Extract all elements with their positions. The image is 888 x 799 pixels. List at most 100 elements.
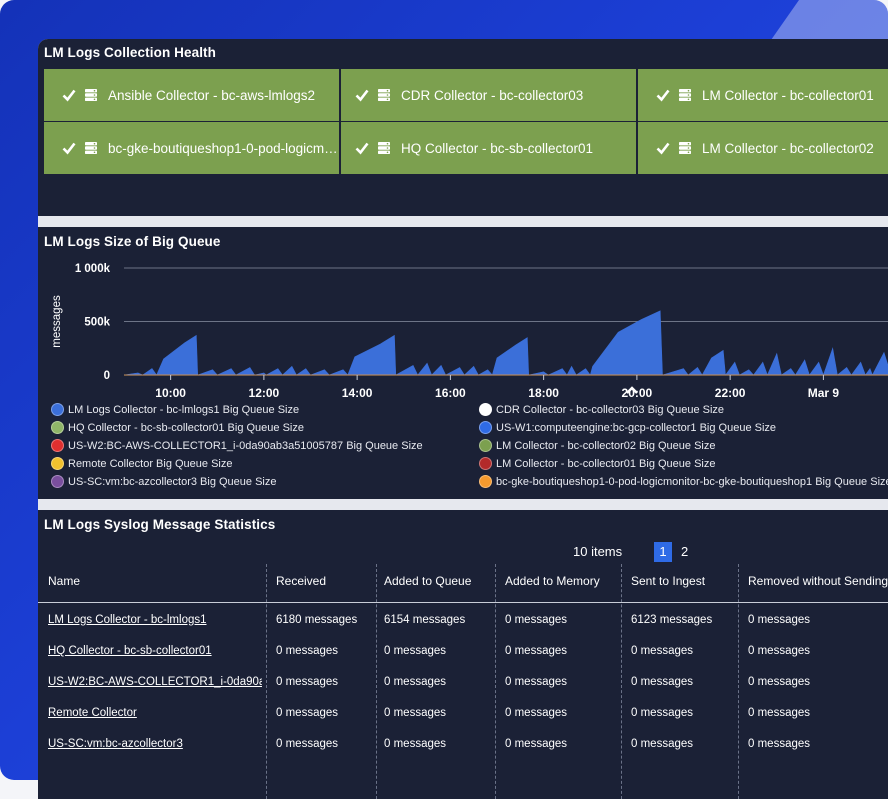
- widget-title: LM Logs Syslog Message Statistics: [44, 517, 276, 532]
- table-cell: 0 messages: [748, 707, 811, 719]
- series-area: [123, 310, 888, 376]
- collector-status-tile[interactable]: bc-gke-boutiqueshop1-0-pod-logicmonitor-…: [44, 122, 339, 174]
- y-tick-label: 0: [104, 370, 110, 382]
- table-cell: 0 messages: [505, 645, 568, 657]
- collector-link[interactable]: Remote Collector: [48, 707, 262, 719]
- legend-label: bc-gke-boutiqueshop1-0-pod-logicmonitor-…: [496, 475, 888, 488]
- legend-swatch: [479, 421, 492, 434]
- check-icon: [62, 88, 76, 102]
- legend-label: US-W2:BC-AWS-COLLECTOR1_i-0da90ab3a51005…: [68, 439, 423, 452]
- column-header[interactable]: Received: [276, 574, 326, 588]
- collector-name: Ansible Collector - bc-aws-lmlogs2: [108, 87, 316, 103]
- legend-item[interactable]: LM Collector - bc-collector02 Big Queue …: [479, 439, 715, 452]
- collapse-legend-chevron-icon[interactable]: [625, 382, 639, 394]
- legend-swatch: [479, 403, 492, 416]
- y-axis-label: messages: [51, 295, 63, 348]
- server-icon: [678, 88, 692, 102]
- check-icon: [656, 88, 670, 102]
- check-icon: [62, 141, 76, 155]
- legend-item[interactable]: US-SC:vm:bc-azcollector3 Big Queue Size: [51, 475, 276, 488]
- server-icon: [84, 141, 98, 155]
- column-header[interactable]: Removed without Sending: [748, 574, 888, 588]
- collector-link[interactable]: US-SC:vm:bc-azcollector3: [48, 738, 262, 750]
- collector-status-tile[interactable]: LM Collector - bc-collector01: [638, 69, 888, 121]
- table-cell: 6123 messages: [631, 614, 713, 626]
- collector-link[interactable]: LM Logs Collector - bc-lmlogs1: [48, 614, 262, 626]
- legend-label: CDR Collector - bc-collector03 Big Queue…: [496, 403, 725, 416]
- x-tick-label: 10:00: [155, 386, 186, 400]
- table-cell: 0 messages: [748, 645, 811, 657]
- legend-item[interactable]: LM Collector - bc-collector01 Big Queue …: [479, 457, 715, 470]
- x-tick-label: 22:00: [715, 386, 746, 400]
- collection-health-widget: LM Logs Collection Health Ansible Collec…: [38, 39, 888, 216]
- check-icon: [355, 141, 369, 155]
- big-queue-chart: messages 1 000k 500k 0 10:00 12:00 14:00 16:00 1…: [51, 263, 888, 400]
- table-cell: 0 messages: [631, 645, 694, 657]
- legend-swatch: [479, 475, 492, 488]
- server-icon: [678, 141, 692, 155]
- collector-link[interactable]: HQ Collector - bc-sb-collector01: [48, 645, 262, 657]
- collector-status-tile[interactable]: LM Collector - bc-collector02: [638, 122, 888, 174]
- table-cell: 0 messages: [384, 676, 447, 688]
- collector-name: LM Collector - bc-collector02: [702, 140, 874, 156]
- collector-name: LM Collector - bc-collector01: [702, 87, 874, 103]
- legend-item[interactable]: Remote Collector Big Queue Size: [51, 457, 232, 470]
- legend-item[interactable]: CDR Collector - bc-collector03 Big Queue…: [479, 403, 724, 416]
- table-cell: 0 messages: [505, 738, 568, 750]
- collector-name: CDR Collector - bc-collector03: [401, 87, 584, 103]
- legend-label: LM Logs Collector - bc-lmlogs1 Big Queue…: [68, 403, 300, 416]
- legend-item[interactable]: bc-gke-boutiqueshop1-0-pod-logicmonitor-…: [479, 475, 888, 488]
- server-icon: [377, 88, 391, 102]
- column-header[interactable]: Added to Queue: [384, 574, 471, 588]
- x-tick-label: 12:00: [249, 386, 280, 400]
- page-button-1[interactable]: 1: [654, 542, 672, 562]
- x-tick-label: 18:00: [528, 386, 559, 400]
- legend-label: Remote Collector Big Queue Size: [68, 457, 233, 470]
- legend-label: LM Collector - bc-collector02 Big Queue …: [496, 439, 716, 452]
- table-cell: 0 messages: [505, 614, 568, 626]
- check-icon: [656, 141, 670, 155]
- x-tick-label: 14:00: [342, 386, 373, 400]
- table-cell: 0 messages: [748, 738, 811, 750]
- table-cell: 0 messages: [748, 614, 811, 626]
- table-cell: 0 messages: [276, 676, 339, 688]
- big-queue-widget: LM Logs Size of Big Queue messages 1 000k…: [38, 227, 888, 499]
- column-header[interactable]: Name: [48, 574, 80, 588]
- y-tick-label: 1 000k: [75, 263, 111, 275]
- collector-status-tile[interactable]: HQ Collector - bc-sb-collector01: [341, 122, 636, 174]
- legend-item[interactable]: HQ Collector - bc-sb-collector01 Big Que…: [51, 421, 304, 434]
- legend-swatch: [51, 457, 64, 470]
- collector-name: HQ Collector - bc-sb-collector01: [401, 140, 594, 156]
- items-count: 10 items: [573, 544, 623, 559]
- x-tick-label: 16:00: [435, 386, 466, 400]
- table-cell: 0 messages: [505, 707, 568, 719]
- page-button-2[interactable]: 2: [681, 542, 688, 562]
- server-icon: [84, 88, 98, 102]
- table-cell: 0 messages: [276, 645, 339, 657]
- table-cell: 0 messages: [748, 676, 811, 688]
- table-cell: 0 messages: [384, 645, 447, 657]
- y-tick-label: 500k: [84, 317, 110, 329]
- header-divider: [38, 602, 888, 603]
- collector-status-tile[interactable]: CDR Collector - bc-collector03: [341, 69, 636, 121]
- collector-status-tile[interactable]: Ansible Collector - bc-aws-lmlogs2: [44, 69, 339, 121]
- collector-link[interactable]: US-W2:BC-AWS-COLLECTOR1_i-0da90ab3a51005…: [48, 676, 262, 688]
- check-icon: [355, 88, 369, 102]
- table-cell: 6154 messages: [384, 614, 466, 626]
- column-header[interactable]: Sent to Ingest: [631, 574, 705, 588]
- column-divider: [266, 564, 267, 799]
- legend-item[interactable]: LM Logs Collector - bc-lmlogs1 Big Queue…: [51, 403, 299, 416]
- legend-item[interactable]: US-W2:BC-AWS-COLLECTOR1_i-0da90ab3a51005…: [51, 439, 423, 452]
- legend-swatch: [51, 475, 64, 488]
- widget-title: LM Logs Collection Health: [44, 45, 217, 60]
- legend-swatch: [51, 403, 64, 416]
- table-cell: 0 messages: [384, 738, 447, 750]
- legend-label: LM Collector - bc-collector01 Big Queue …: [496, 457, 716, 470]
- table-cell: 0 messages: [631, 676, 694, 688]
- legend-item[interactable]: US-W1:computeengine:bc-gcp-collector1 Bi…: [479, 421, 776, 434]
- widget-title: LM Logs Size of Big Queue: [44, 234, 221, 249]
- column-header[interactable]: Added to Memory: [505, 574, 600, 588]
- dashboard-screen: LM Logs Collection Health Ansible Collec…: [38, 39, 888, 799]
- legend-swatch: [479, 439, 492, 452]
- table-cell: 0 messages: [505, 676, 568, 688]
